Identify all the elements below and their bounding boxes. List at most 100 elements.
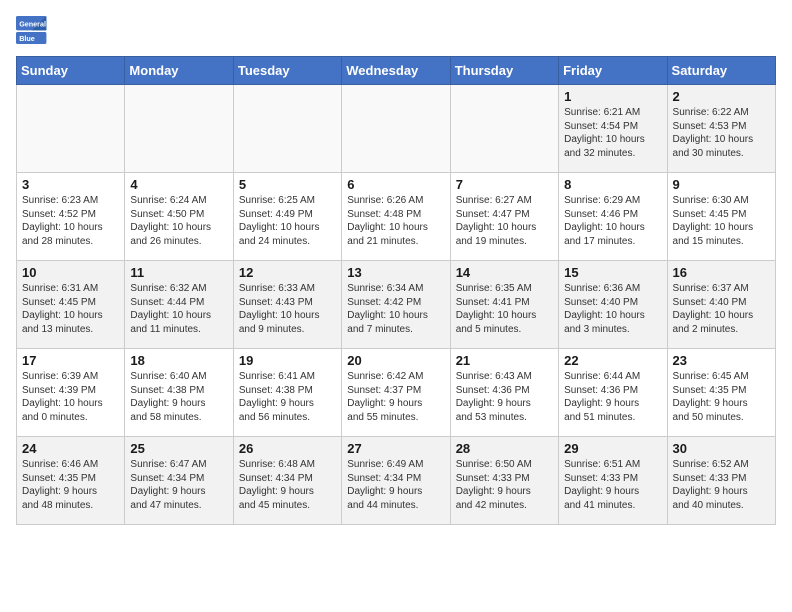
day-number: 25: [130, 441, 227, 456]
week-row-2: 3 Sunrise: 6:23 AM Sunset: 4:52 PM Daylig…: [17, 173, 776, 261]
day-info: Sunrise: 6:30 AM Sunset: 4:45 PM Dayligh…: [673, 194, 770, 248]
calendar-cell: 2 Sunrise: 6:22 AM Sunset: 4:53 PM Daylig…: [667, 85, 775, 173]
calendar-cell: 20 Sunrise: 6:42 AM Sunset: 4:37 PM Dayli…: [342, 349, 450, 437]
day-info: Sunrise: 6:32 AM Sunset: 4:44 PM Dayligh…: [130, 282, 227, 336]
day-info: Sunrise: 6:34 AM Sunset: 4:42 PM Dayligh…: [347, 282, 444, 336]
day-info: Sunrise: 6:26 AM Sunset: 4:48 PM Dayligh…: [347, 194, 444, 248]
calendar-cell: 14 Sunrise: 6:35 AM Sunset: 4:41 PM Dayli…: [450, 261, 558, 349]
day-number: 3: [22, 177, 119, 192]
calendar-cell: 15 Sunrise: 6:36 AM Sunset: 4:40 PM Dayli…: [559, 261, 667, 349]
day-info: Sunrise: 6:27 AM Sunset: 4:47 PM Dayligh…: [456, 194, 553, 248]
day-info: Sunrise: 6:45 AM Sunset: 4:35 PM Dayligh…: [673, 370, 770, 424]
day-number: 22: [564, 353, 661, 368]
day-number: 26: [239, 441, 336, 456]
day-info: Sunrise: 6:47 AM Sunset: 4:34 PM Dayligh…: [130, 458, 227, 512]
calendar-cell: 10 Sunrise: 6:31 AM Sunset: 4:45 PM Dayli…: [17, 261, 125, 349]
day-number: 12: [239, 265, 336, 280]
day-number: 20: [347, 353, 444, 368]
calendar-cell: [450, 85, 558, 173]
calendar-cell: 8 Sunrise: 6:29 AM Sunset: 4:46 PM Daylig…: [559, 173, 667, 261]
week-row-4: 17Sunrise: 6:39 AM Sunset: 4:39 PM Dayli…: [17, 349, 776, 437]
day-number: 27: [347, 441, 444, 456]
calendar-cell: 11 Sunrise: 6:32 AM Sunset: 4:44 PM Dayli…: [125, 261, 233, 349]
day-number: 5: [239, 177, 336, 192]
week-row-1: 1 Sunrise: 6:21 AM Sunset: 4:54 PM Daylig…: [17, 85, 776, 173]
day-info: Sunrise: 6:44 AM Sunset: 4:36 PM Dayligh…: [564, 370, 661, 424]
calendar-cell: 19 Sunrise: 6:41 AM Sunset: 4:38 PM Dayli…: [233, 349, 341, 437]
calendar-cell: [342, 85, 450, 173]
day-number: 11: [130, 265, 227, 280]
calendar-table: SundayMondayTuesdayWednesdayThursdayFrid…: [16, 56, 776, 525]
svg-text:General: General: [19, 19, 46, 28]
day-info: Sunrise: 6:48 AM Sunset: 4:34 PM Dayligh…: [239, 458, 336, 512]
day-number: 6: [347, 177, 444, 192]
day-number: 30: [673, 441, 770, 456]
week-row-5: 24 Sunrise: 6:46 AM Sunset: 4:35 PM Dayli…: [17, 437, 776, 525]
day-number: 23: [673, 353, 770, 368]
calendar-cell: 21 Sunrise: 6:43 AM Sunset: 4:36 PM Dayli…: [450, 349, 558, 437]
day-number: 13: [347, 265, 444, 280]
calendar-cell: [17, 85, 125, 173]
day-number: 8: [564, 177, 661, 192]
weekday-header-saturday: Saturday: [667, 57, 775, 85]
calendar-cell: 5 Sunrise: 6:25 AM Sunset: 4:49 PM Daylig…: [233, 173, 341, 261]
day-number: 18: [130, 353, 227, 368]
day-info: Sunrise: 6:41 AM Sunset: 4:38 PM Dayligh…: [239, 370, 336, 424]
calendar-cell: 6 Sunrise: 6:26 AM Sunset: 4:48 PM Daylig…: [342, 173, 450, 261]
day-number: 15: [564, 265, 661, 280]
day-number: 10: [22, 265, 119, 280]
day-info: Sunrise: 6:46 AM Sunset: 4:35 PM Dayligh…: [22, 458, 119, 512]
day-number: 19: [239, 353, 336, 368]
calendar-cell: 13 Sunrise: 6:34 AM Sunset: 4:42 PM Dayli…: [342, 261, 450, 349]
logo: General Blue: [16, 16, 50, 44]
calendar-cell: 16Sunrise: 6:37 AM Sunset: 4:40 PM Dayli…: [667, 261, 775, 349]
calendar-cell: 18 Sunrise: 6:40 AM Sunset: 4:38 PM Dayli…: [125, 349, 233, 437]
day-info: Sunrise: 6:52 AM Sunset: 4:33 PM Dayligh…: [673, 458, 770, 512]
day-info: Sunrise: 6:25 AM Sunset: 4:49 PM Dayligh…: [239, 194, 336, 248]
day-info: Sunrise: 6:35 AM Sunset: 4:41 PM Dayligh…: [456, 282, 553, 336]
day-number: 29: [564, 441, 661, 456]
weekday-header-sunday: Sunday: [17, 57, 125, 85]
calendar-cell: 29Sunrise: 6:51 AM Sunset: 4:33 PM Dayli…: [559, 437, 667, 525]
calendar-cell: [125, 85, 233, 173]
day-info: Sunrise: 6:23 AM Sunset: 4:52 PM Dayligh…: [22, 194, 119, 248]
calendar-cell: 28Sunrise: 6:50 AM Sunset: 4:33 PM Dayli…: [450, 437, 558, 525]
calendar-cell: 26 Sunrise: 6:48 AM Sunset: 4:34 PM Dayli…: [233, 437, 341, 525]
calendar-cell: [233, 85, 341, 173]
calendar-cell: 3 Sunrise: 6:23 AM Sunset: 4:52 PM Daylig…: [17, 173, 125, 261]
day-info: Sunrise: 6:42 AM Sunset: 4:37 PM Dayligh…: [347, 370, 444, 424]
day-info: Sunrise: 6:24 AM Sunset: 4:50 PM Dayligh…: [130, 194, 227, 248]
day-number: 24: [22, 441, 119, 456]
day-number: 9: [673, 177, 770, 192]
day-info: Sunrise: 6:29 AM Sunset: 4:46 PM Dayligh…: [564, 194, 661, 248]
calendar-cell: 9 Sunrise: 6:30 AM Sunset: 4:45 PM Daylig…: [667, 173, 775, 261]
day-info: Sunrise: 6:43 AM Sunset: 4:36 PM Dayligh…: [456, 370, 553, 424]
calendar-cell: 4 Sunrise: 6:24 AM Sunset: 4:50 PM Daylig…: [125, 173, 233, 261]
day-info: Sunrise: 6:21 AM Sunset: 4:54 PM Dayligh…: [564, 106, 661, 160]
calendar-cell: 25 Sunrise: 6:47 AM Sunset: 4:34 PM Dayli…: [125, 437, 233, 525]
day-info: Sunrise: 6:31 AM Sunset: 4:45 PM Dayligh…: [22, 282, 119, 336]
day-number: 2: [673, 89, 770, 104]
day-info: Sunrise: 6:40 AM Sunset: 4:38 PM Dayligh…: [130, 370, 227, 424]
calendar-cell: 23 Sunrise: 6:45 AM Sunset: 4:35 PM Dayli…: [667, 349, 775, 437]
calendar-cell: 1 Sunrise: 6:21 AM Sunset: 4:54 PM Daylig…: [559, 85, 667, 173]
weekday-header-tuesday: Tuesday: [233, 57, 341, 85]
weekday-header-friday: Friday: [559, 57, 667, 85]
day-number: 16: [673, 265, 770, 280]
day-info: Sunrise: 6:33 AM Sunset: 4:43 PM Dayligh…: [239, 282, 336, 336]
calendar-cell: 30 Sunrise: 6:52 AM Sunset: 4:33 PM Dayli…: [667, 437, 775, 525]
day-number: 14: [456, 265, 553, 280]
week-row-3: 10 Sunrise: 6:31 AM Sunset: 4:45 PM Dayli…: [17, 261, 776, 349]
day-info: Sunrise: 6:36 AM Sunset: 4:40 PM Dayligh…: [564, 282, 661, 336]
day-info: Sunrise: 6:50 AM Sunset: 4:33 PM Dayligh…: [456, 458, 553, 512]
day-info: Sunrise: 6:49 AM Sunset: 4:34 PM Dayligh…: [347, 458, 444, 512]
day-number: 21: [456, 353, 553, 368]
calendar-cell: 7 Sunrise: 6:27 AM Sunset: 4:47 PM Daylig…: [450, 173, 558, 261]
day-info: Sunrise: 6:22 AM Sunset: 4:53 PM Dayligh…: [673, 106, 770, 160]
day-number: 7: [456, 177, 553, 192]
day-number: 1: [564, 89, 661, 104]
day-number: 4: [130, 177, 227, 192]
weekday-header-monday: Monday: [125, 57, 233, 85]
weekday-header-row: SundayMondayTuesdayWednesdayThursdayFrid…: [17, 57, 776, 85]
day-info: Sunrise: 6:39 AM Sunset: 4:39 PM Dayligh…: [22, 370, 119, 424]
